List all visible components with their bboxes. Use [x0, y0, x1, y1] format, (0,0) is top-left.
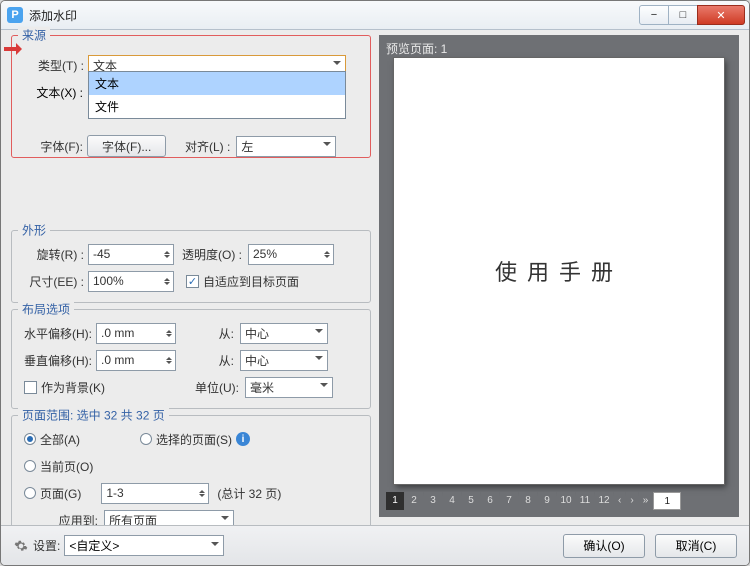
unit-label: 单位(U):: [187, 379, 239, 396]
rotate-spinner[interactable]: -45: [88, 244, 174, 265]
unit-combo-value: 毫米: [250, 379, 274, 396]
fit-target-label: 自适应到目标页面: [203, 273, 299, 290]
rotate-label: 旋转(R) :: [20, 246, 84, 263]
range-selected-radio[interactable]: 选择的页面(S): [140, 431, 232, 448]
page-last-icon[interactable]: »: [639, 492, 653, 510]
dialog-footer: 设置: <自定义> 确认(O) 取消(C): [1, 525, 749, 565]
type-option-file[interactable]: 文件: [89, 95, 345, 118]
group-layout: 布局选项 水平偏移(H): .0 mm 从: 中心 垂直偏移(H): .0 mm…: [11, 309, 371, 409]
font-button[interactable]: 字体(F)...: [87, 135, 166, 157]
page-number-input[interactable]: [653, 492, 681, 510]
page-thumb[interactable]: 11: [576, 492, 594, 510]
text-label: 文本(X) :: [19, 84, 83, 101]
group-appearance: 外形 旋转(R) : -45 透明度(O) : 25% 尺寸(EE) : 100…: [11, 230, 371, 303]
opacity-label: 透明度(O) :: [182, 246, 242, 263]
type-label: 类型(T) :: [20, 57, 84, 74]
align-combo-value: 左: [241, 138, 253, 155]
page-range-input[interactable]: 1-3: [101, 483, 209, 504]
size-spinner[interactable]: 100%: [88, 271, 174, 292]
opacity-spinner[interactable]: 25%: [248, 244, 334, 265]
page-thumb[interactable]: 9: [538, 492, 556, 510]
titlebar: P 添加水印 − □ ✕: [1, 1, 749, 30]
hfrom-label: 从:: [194, 325, 234, 342]
info-icon[interactable]: i: [236, 432, 250, 446]
preview-panel: 预览页面: 1 使用手册 1 2 3 4 5 6 7 8 9 10 11 12 …: [379, 35, 739, 517]
hfrom-combo-value: 中心: [245, 325, 269, 342]
close-button[interactable]: ✕: [697, 5, 745, 25]
ok-button[interactable]: 确认(O): [563, 534, 645, 558]
maximize-button[interactable]: □: [668, 5, 698, 25]
fit-target-checkbox[interactable]: ✓ 自适应到目标页面: [186, 273, 299, 290]
settings-combo-value: <自定义>: [69, 537, 119, 554]
red-arrow-icon: [4, 44, 26, 54]
settings-combo[interactable]: <自定义>: [64, 535, 224, 556]
minimize-button[interactable]: −: [639, 5, 669, 25]
page-thumb[interactable]: 2: [405, 492, 423, 510]
app-icon: P: [7, 7, 23, 23]
group-range: 页面范围: 选中 32 共 32 页 全部(A) 选择的页面(S) i: [11, 415, 371, 542]
align-label: 对齐(L) :: [184, 138, 230, 155]
range-page-radio[interactable]: 页面(G): [24, 485, 81, 502]
page-thumb[interactable]: 3: [424, 492, 442, 510]
page-thumb[interactable]: 8: [519, 492, 537, 510]
page-prev-icon[interactable]: ‹: [614, 492, 625, 510]
page-thumb[interactable]: 4: [443, 492, 461, 510]
cancel-button[interactable]: 取消(C): [655, 534, 737, 558]
as-background-label: 作为背景(K): [41, 379, 105, 396]
preview-page: 使用手册: [394, 58, 724, 484]
range-current-radio[interactable]: 当前页(O): [24, 458, 93, 475]
vfrom-combo[interactable]: 中心: [240, 350, 328, 371]
as-background-checkbox[interactable]: 作为背景(K): [24, 379, 105, 396]
total-pages-note: (总计 32 页): [217, 485, 281, 502]
voffset-label: 垂直偏移(H):: [20, 352, 92, 369]
vfrom-label: 从:: [194, 352, 234, 369]
group-layout-title: 布局选项: [18, 301, 74, 318]
hoffset-label: 水平偏移(H):: [20, 325, 92, 342]
range-all-radio[interactable]: 全部(A): [24, 431, 80, 448]
range-selected-label: 选择的页面(S): [156, 431, 232, 448]
page-thumb[interactable]: 7: [500, 492, 518, 510]
left-column: 来源 类型(T) : 文本 文本 文件 文本(X) :: [11, 35, 371, 517]
align-combo[interactable]: 左: [236, 136, 336, 157]
page-thumb[interactable]: 1: [386, 492, 404, 510]
preview-watermark-text: 使用手册: [495, 255, 623, 287]
type-option-text[interactable]: 文本: [89, 72, 345, 95]
page-next-icon[interactable]: ›: [626, 492, 637, 510]
voffset-spinner[interactable]: .0 mm: [96, 350, 176, 371]
page-thumb[interactable]: 12: [595, 492, 613, 510]
group-appearance-title: 外形: [18, 222, 50, 239]
unit-combo[interactable]: 毫米: [245, 377, 333, 398]
dialog-window: P 添加水印 − □ ✕ 来源 类型(T) : 文本: [0, 0, 750, 566]
page-bar: 1 2 3 4 5 6 7 8 9 10 11 12 ‹ › »: [386, 490, 732, 512]
settings-label: 设置:: [33, 537, 60, 554]
page-thumb[interactable]: 6: [481, 492, 499, 510]
hfrom-combo[interactable]: 中心: [240, 323, 328, 344]
type-dropdown[interactable]: 文本 文件: [88, 71, 346, 119]
range-page-label: 页面(G): [40, 485, 81, 502]
range-all-label: 全部(A): [40, 431, 80, 448]
group-range-title: 页面范围: 选中 32 共 32 页: [18, 407, 169, 424]
window-title: 添加水印: [29, 7, 77, 24]
group-source-title: 来源: [18, 27, 50, 44]
dialog-body: 来源 类型(T) : 文本 文本 文件 文本(X) :: [1, 30, 749, 525]
page-thumb[interactable]: 5: [462, 492, 480, 510]
size-label: 尺寸(EE) :: [20, 273, 84, 290]
hoffset-spinner[interactable]: .0 mm: [96, 323, 176, 344]
page-thumb[interactable]: 10: [557, 492, 575, 510]
vfrom-combo-value: 中心: [245, 352, 269, 369]
range-current-label: 当前页(O): [40, 458, 93, 475]
gear-icon[interactable]: [13, 538, 29, 554]
font-label: 字体(F):: [19, 138, 83, 155]
